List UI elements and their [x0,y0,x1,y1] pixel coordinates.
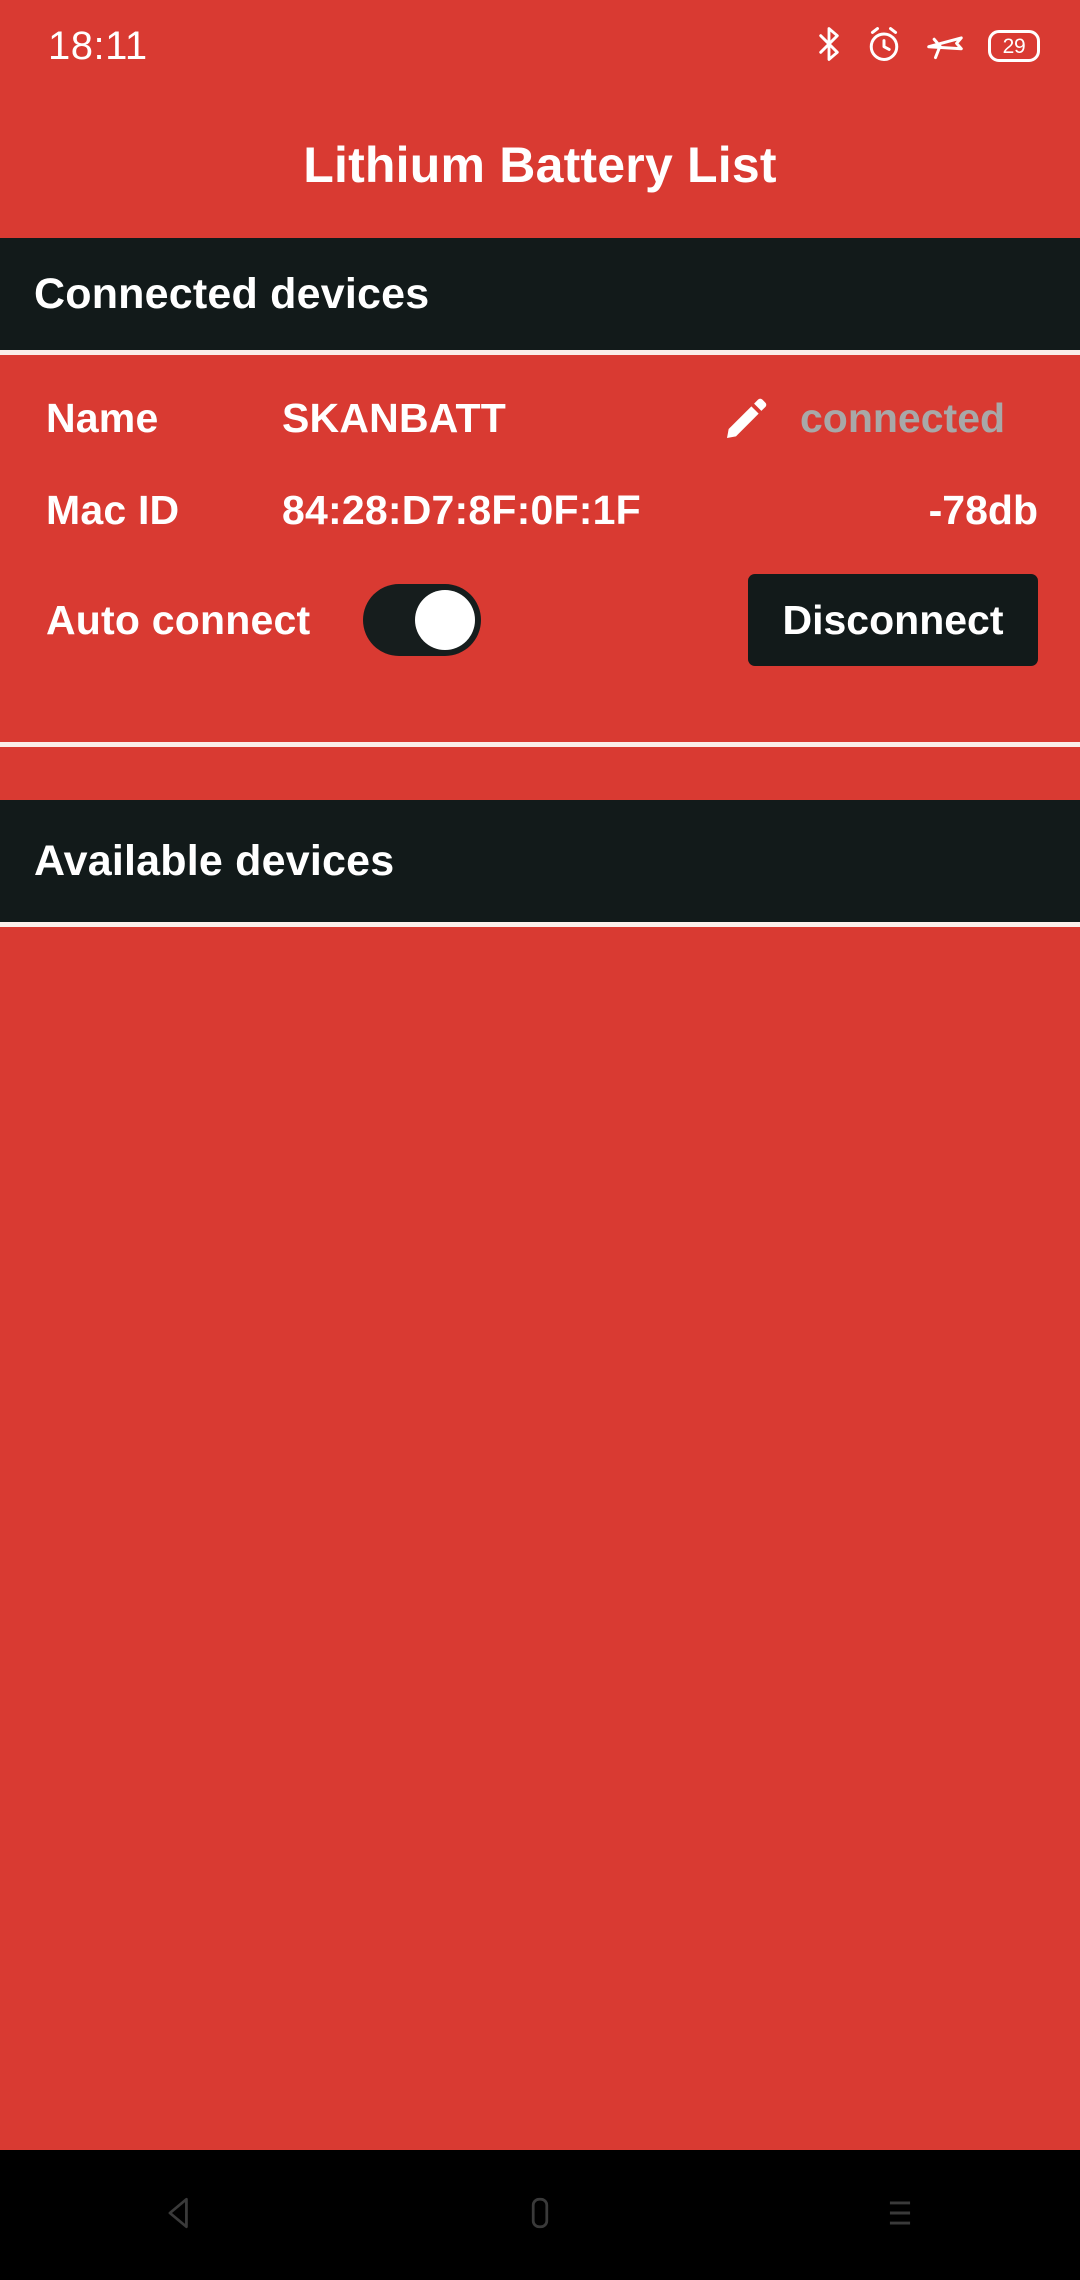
recents-icon [878,2191,922,2240]
disconnect-button[interactable]: Disconnect [748,574,1038,666]
available-devices-header-label: Available devices [34,836,395,885]
back-icon [158,2191,202,2240]
available-devices-header: Available devices [0,800,1080,922]
device-name-label: Name [46,394,159,441]
device-name-row: Name SKANBATT connected [0,373,1080,463]
alarm-icon [866,25,902,68]
nav-recents-button[interactable] [800,2150,1000,2280]
navigation-bar [0,2150,1080,2280]
app-screen: 18:11 29 Lithium Battery List Connected … [0,0,1080,2280]
battery-level-text: 29 [1002,34,1026,58]
device-mac-row: Mac ID 84:28:D7:8F:0F:1F -78db [0,465,1080,555]
device-name-value: SKANBATT [282,394,507,441]
auto-connect-label: Auto connect [46,596,311,643]
page-title: Lithium Battery List [303,137,777,193]
pencil-icon[interactable] [722,393,772,443]
connected-devices-header: Connected devices [0,238,1080,350]
device-mac-value: 84:28:D7:8F:0F:1F [282,486,641,533]
connected-devices-header-label: Connected devices [34,269,430,318]
divider [0,742,1080,747]
status-bar: 18:11 29 [0,0,1080,92]
device-mac-label: Mac ID [46,486,180,533]
signal-strength-value: -78db [928,486,1038,533]
battery-icon: 29 [988,30,1040,62]
airplane-mode-icon [924,25,966,68]
app-bar: Lithium Battery List [0,92,1080,238]
status-bar-icons: 29 [814,25,1040,68]
bluetooth-icon [814,25,844,68]
connection-status-badge: connected [800,394,1006,441]
auto-connect-row: Auto connect Disconnect [0,560,1080,680]
auto-connect-toggle[interactable] [363,584,481,656]
home-icon [518,2191,562,2240]
status-bar-clock: 18:11 [48,24,148,68]
connected-device-card[interactable]: Name SKANBATT connected Mac ID 84:28:D7:… [0,355,1080,742]
nav-back-button[interactable] [80,2150,280,2280]
nav-home-button[interactable] [440,2150,640,2280]
available-devices-list[interactable] [0,927,1080,2150]
auto-connect-toggle-knob [415,590,475,650]
